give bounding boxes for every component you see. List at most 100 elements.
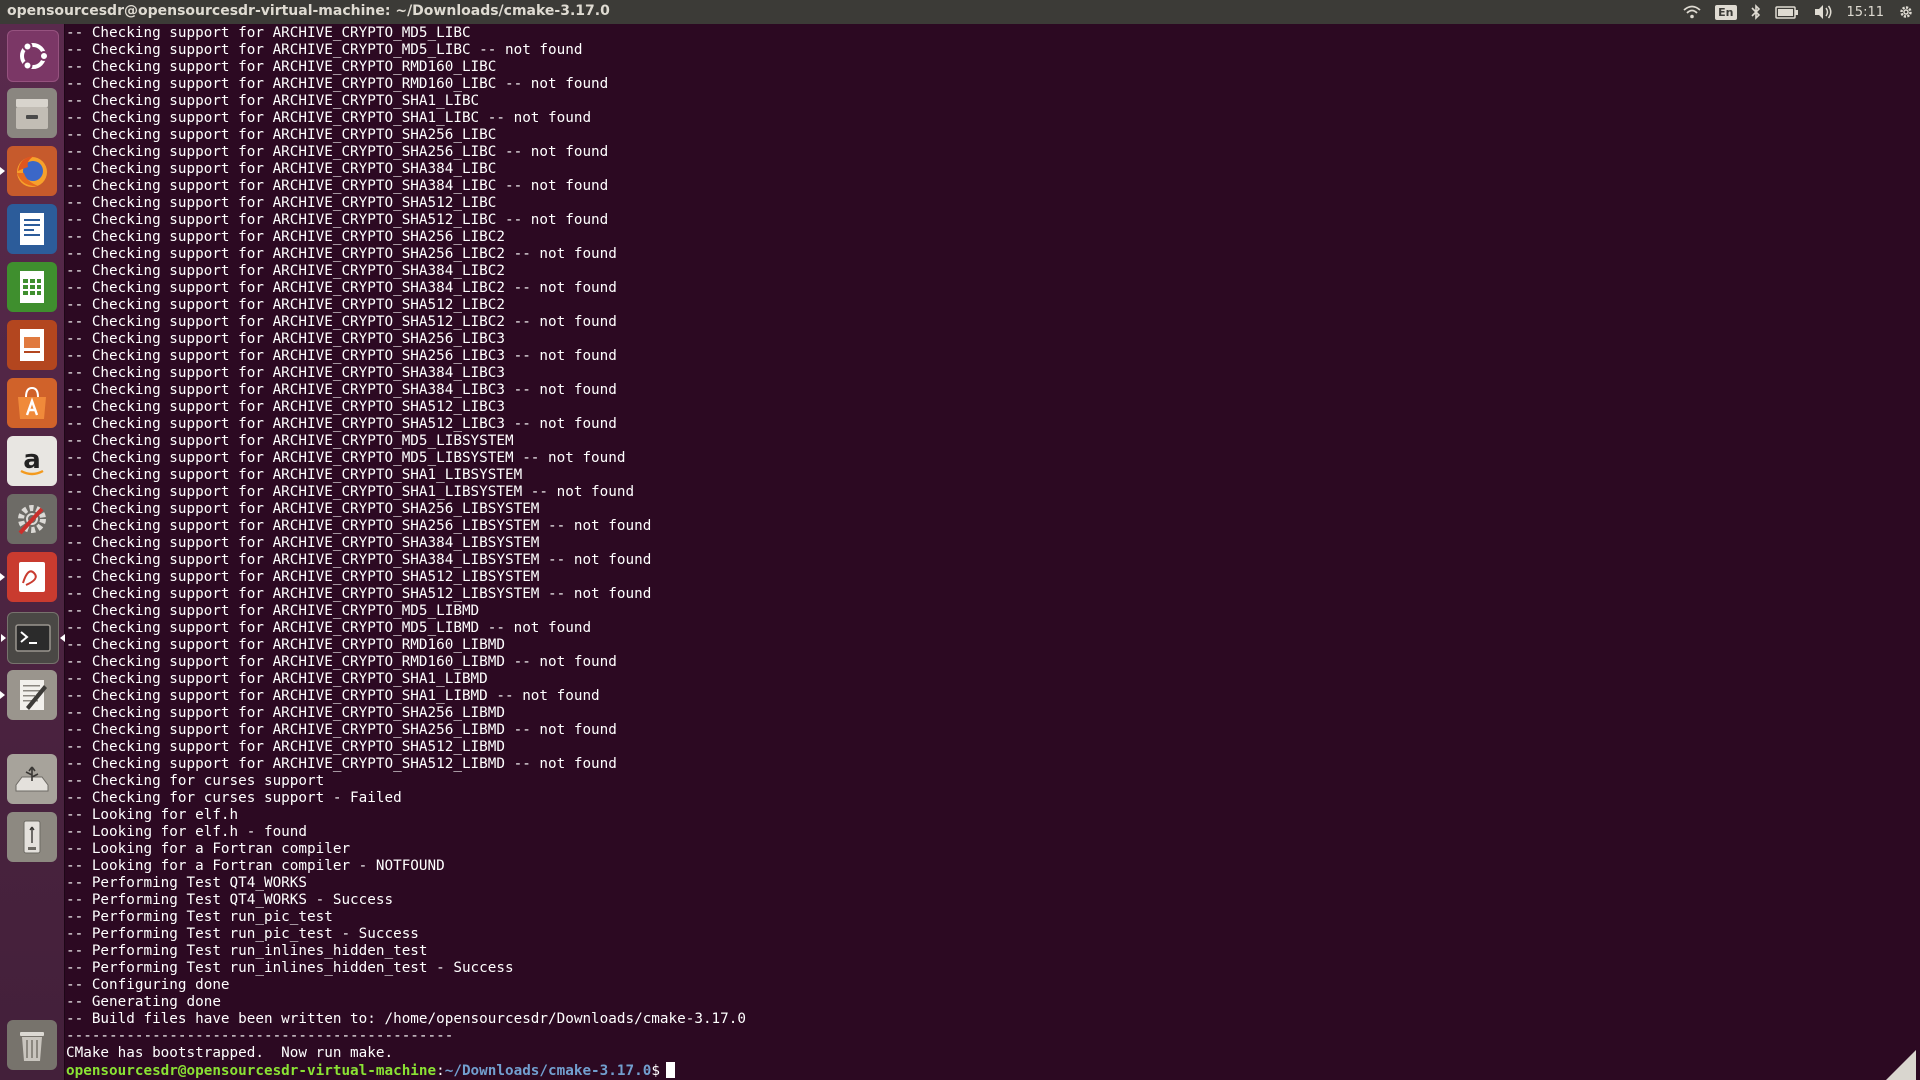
firefox-button[interactable]	[0, 146, 57, 196]
terminal-line: -- Checking support for ARCHIVE_CRYPTO_S…	[66, 467, 523, 483]
window-title: opensourcesdr@opensourcesdr-virtual-mach…	[7, 3, 610, 19]
ubuntu-dash-icon	[13, 36, 53, 76]
terminal-line: -- Checking support for ARCHIVE_CRYPTO_S…	[66, 688, 600, 704]
wifi-icon[interactable]	[1683, 0, 1701, 24]
libreoffice-writer-icon	[12, 209, 52, 249]
terminal-line: CMake has bootstrapped. Now run make.	[66, 1045, 394, 1061]
terminal-line: -- Checking support for ARCHIVE_CRYPTO_S…	[66, 144, 609, 160]
terminal-line: -- Performing Test QT4_WORKS - Success	[66, 892, 394, 908]
libreoffice-impress-icon	[12, 325, 52, 365]
firefox-icon	[12, 151, 52, 191]
software-center-button[interactable]	[7, 378, 57, 428]
gear-icon[interactable]	[1898, 0, 1914, 24]
terminal-lines: -- Checking support for ARCHIVE_CRYPTO_M…	[66, 25, 1916, 1062]
document-viewer-icon	[12, 557, 52, 597]
usb-drive-icon	[12, 759, 52, 799]
terminal-line: -- Checking support for ARCHIVE_CRYPTO_S…	[66, 127, 497, 143]
libreoffice-calc-button[interactable]	[7, 262, 57, 312]
terminal-line: -- Checking support for ARCHIVE_CRYPTO_M…	[66, 25, 471, 41]
terminal-line: -- Performing Test run_pic_test - Succes…	[66, 926, 419, 942]
terminal-output: -- Checking support for ARCHIVE_CRYPTO_M…	[66, 25, 1916, 1079]
terminal-line: -- Checking support for ARCHIVE_CRYPTO_R…	[66, 76, 609, 92]
terminal-line: -- Checking support for ARCHIVE_CRYPTO_S…	[66, 416, 617, 432]
terminal-line: -- Checking support for ARCHIVE_CRYPTO_S…	[66, 178, 609, 194]
libreoffice-writer-button[interactable]	[7, 204, 57, 254]
terminal-icon	[13, 618, 53, 658]
terminal-button[interactable]	[1, 612, 65, 664]
terminal-line: -- Looking for a Fortran compiler - NOTF…	[66, 858, 445, 874]
terminal-line: -- Checking support for ARCHIVE_CRYPTO_S…	[66, 280, 617, 296]
terminal-line: -- Checking support for ARCHIVE_CRYPTO_S…	[66, 365, 505, 381]
terminal-line: -- Configuring done	[66, 977, 230, 993]
terminal-line: -- Checking for curses support	[66, 773, 325, 789]
terminal-line: -- Checking support for ARCHIVE_CRYPTO_S…	[66, 569, 540, 585]
terminal-line: -- Checking support for ARCHIVE_CRYPTO_S…	[66, 314, 617, 330]
launcher: a	[0, 24, 65, 1080]
terminal-line: -- Checking support for ARCHIVE_CRYPTO_S…	[66, 399, 505, 415]
usb-drive-button[interactable]	[7, 754, 57, 804]
terminal-line: -- Checking support for ARCHIVE_CRYPTO_S…	[66, 501, 540, 517]
terminal-line: -- Performing Test run_inlines_hidden_te…	[66, 943, 428, 959]
battery-icon[interactable]	[1774, 0, 1799, 24]
terminal-line: -- Checking support for ARCHIVE_CRYPTO_S…	[66, 722, 617, 738]
removable-drive-button[interactable]	[7, 812, 57, 862]
terminal-line: -- Checking support for ARCHIVE_CRYPTO_S…	[66, 331, 505, 347]
terminal-line: -- Checking support for ARCHIVE_CRYPTO_S…	[66, 535, 540, 551]
files-icon	[12, 93, 52, 133]
terminal-line: -- Checking support for ARCHIVE_CRYPTO_S…	[66, 671, 488, 687]
bluetooth-icon[interactable]	[1750, 0, 1761, 24]
system-tray: En 15:11	[1683, 0, 1914, 24]
software-center-icon	[12, 383, 52, 423]
terminal-line: -- Checking support for ARCHIVE_CRYPTO_S…	[66, 382, 617, 398]
terminal-line: -- Looking for elf.h - found	[66, 824, 308, 840]
terminal-line: -- Checking support for ARCHIVE_CRYPTO_S…	[66, 756, 617, 772]
prompt-path: ~/Downloads/cmake-3.17.0	[444, 1063, 652, 1079]
command-prompt[interactable]: opensourcesdr@opensourcesdr-virtual-mach…	[66, 1062, 1916, 1079]
trash-icon	[12, 1025, 52, 1065]
text-editor-icon	[12, 675, 52, 715]
volume-icon[interactable]	[1813, 0, 1833, 24]
terminal-line: -- Build files have been written to: /ho…	[66, 1011, 746, 1027]
terminal-line: -- Checking support for ARCHIVE_CRYPTO_R…	[66, 59, 497, 75]
terminal-line: -- Checking support for ARCHIVE_CRYPTO_S…	[66, 246, 617, 262]
system-settings-icon	[12, 499, 52, 539]
libreoffice-impress-button[interactable]	[7, 320, 57, 370]
terminal-line: -- Checking support for ARCHIVE_CRYPTO_S…	[66, 586, 652, 602]
terminal-line: -- Checking support for ARCHIVE_CRYPTO_R…	[66, 637, 505, 653]
prompt-symbol: $	[651, 1063, 660, 1079]
terminal-line: -- Checking support for ARCHIVE_CRYPTO_S…	[66, 263, 505, 279]
terminal-window[interactable]: -- Checking support for ARCHIVE_CRYPTO_M…	[66, 25, 1916, 1080]
amazon-icon: a	[12, 441, 52, 481]
ubuntu-dash-button[interactable]	[7, 30, 59, 82]
svg-text:a: a	[23, 445, 41, 475]
terminal-line: -- Performing Test QT4_WORKS	[66, 875, 308, 891]
clock[interactable]: 15:11	[1847, 5, 1884, 20]
terminal-line: -- Checking support for ARCHIVE_CRYPTO_S…	[66, 739, 505, 755]
removable-drive-icon	[12, 817, 52, 857]
resize-grip[interactable]	[1886, 1050, 1916, 1080]
system-settings-button[interactable]	[7, 494, 57, 544]
document-viewer-button[interactable]	[0, 552, 57, 602]
terminal-line: -- Checking support for ARCHIVE_CRYPTO_M…	[66, 433, 514, 449]
trash-button[interactable]	[7, 1020, 57, 1070]
terminal-line: -- Looking for elf.h	[66, 807, 239, 823]
terminal-line: -- Checking support for ARCHIVE_CRYPTO_S…	[66, 161, 497, 177]
terminal-line: -- Checking support for ARCHIVE_CRYPTO_S…	[66, 229, 505, 245]
terminal-line: -- Checking support for ARCHIVE_CRYPTO_S…	[66, 93, 480, 109]
keyboard-layout-indicator[interactable]: En	[1715, 0, 1737, 24]
prompt-user-host: opensourcesdr@opensourcesdr-virtual-mach…	[66, 1063, 437, 1079]
terminal-line: -- Generating done	[66, 994, 221, 1010]
amazon-button[interactable]: a	[7, 436, 57, 486]
terminal-line: -- Checking support for ARCHIVE_CRYPTO_S…	[66, 518, 652, 534]
terminal-line: -- Checking support for ARCHIVE_CRYPTO_S…	[66, 212, 609, 228]
terminal-line: -- Checking support for ARCHIVE_CRYPTO_M…	[66, 603, 480, 619]
terminal-line: -- Looking for a Fortran compiler	[66, 841, 351, 857]
terminal-line: -- Checking support for ARCHIVE_CRYPTO_S…	[66, 195, 497, 211]
files-button[interactable]	[7, 88, 57, 138]
terminal-line: -- Checking support for ARCHIVE_CRYPTO_S…	[66, 348, 617, 364]
terminal-line: -- Checking support for ARCHIVE_CRYPTO_M…	[66, 620, 592, 636]
terminal-line: -- Performing Test run_pic_test	[66, 909, 333, 925]
terminal-line: -- Checking support for ARCHIVE_CRYPTO_M…	[66, 450, 626, 466]
terminal-line: -- Checking support for ARCHIVE_CRYPTO_S…	[66, 110, 592, 126]
text-editor-button[interactable]	[0, 670, 57, 720]
